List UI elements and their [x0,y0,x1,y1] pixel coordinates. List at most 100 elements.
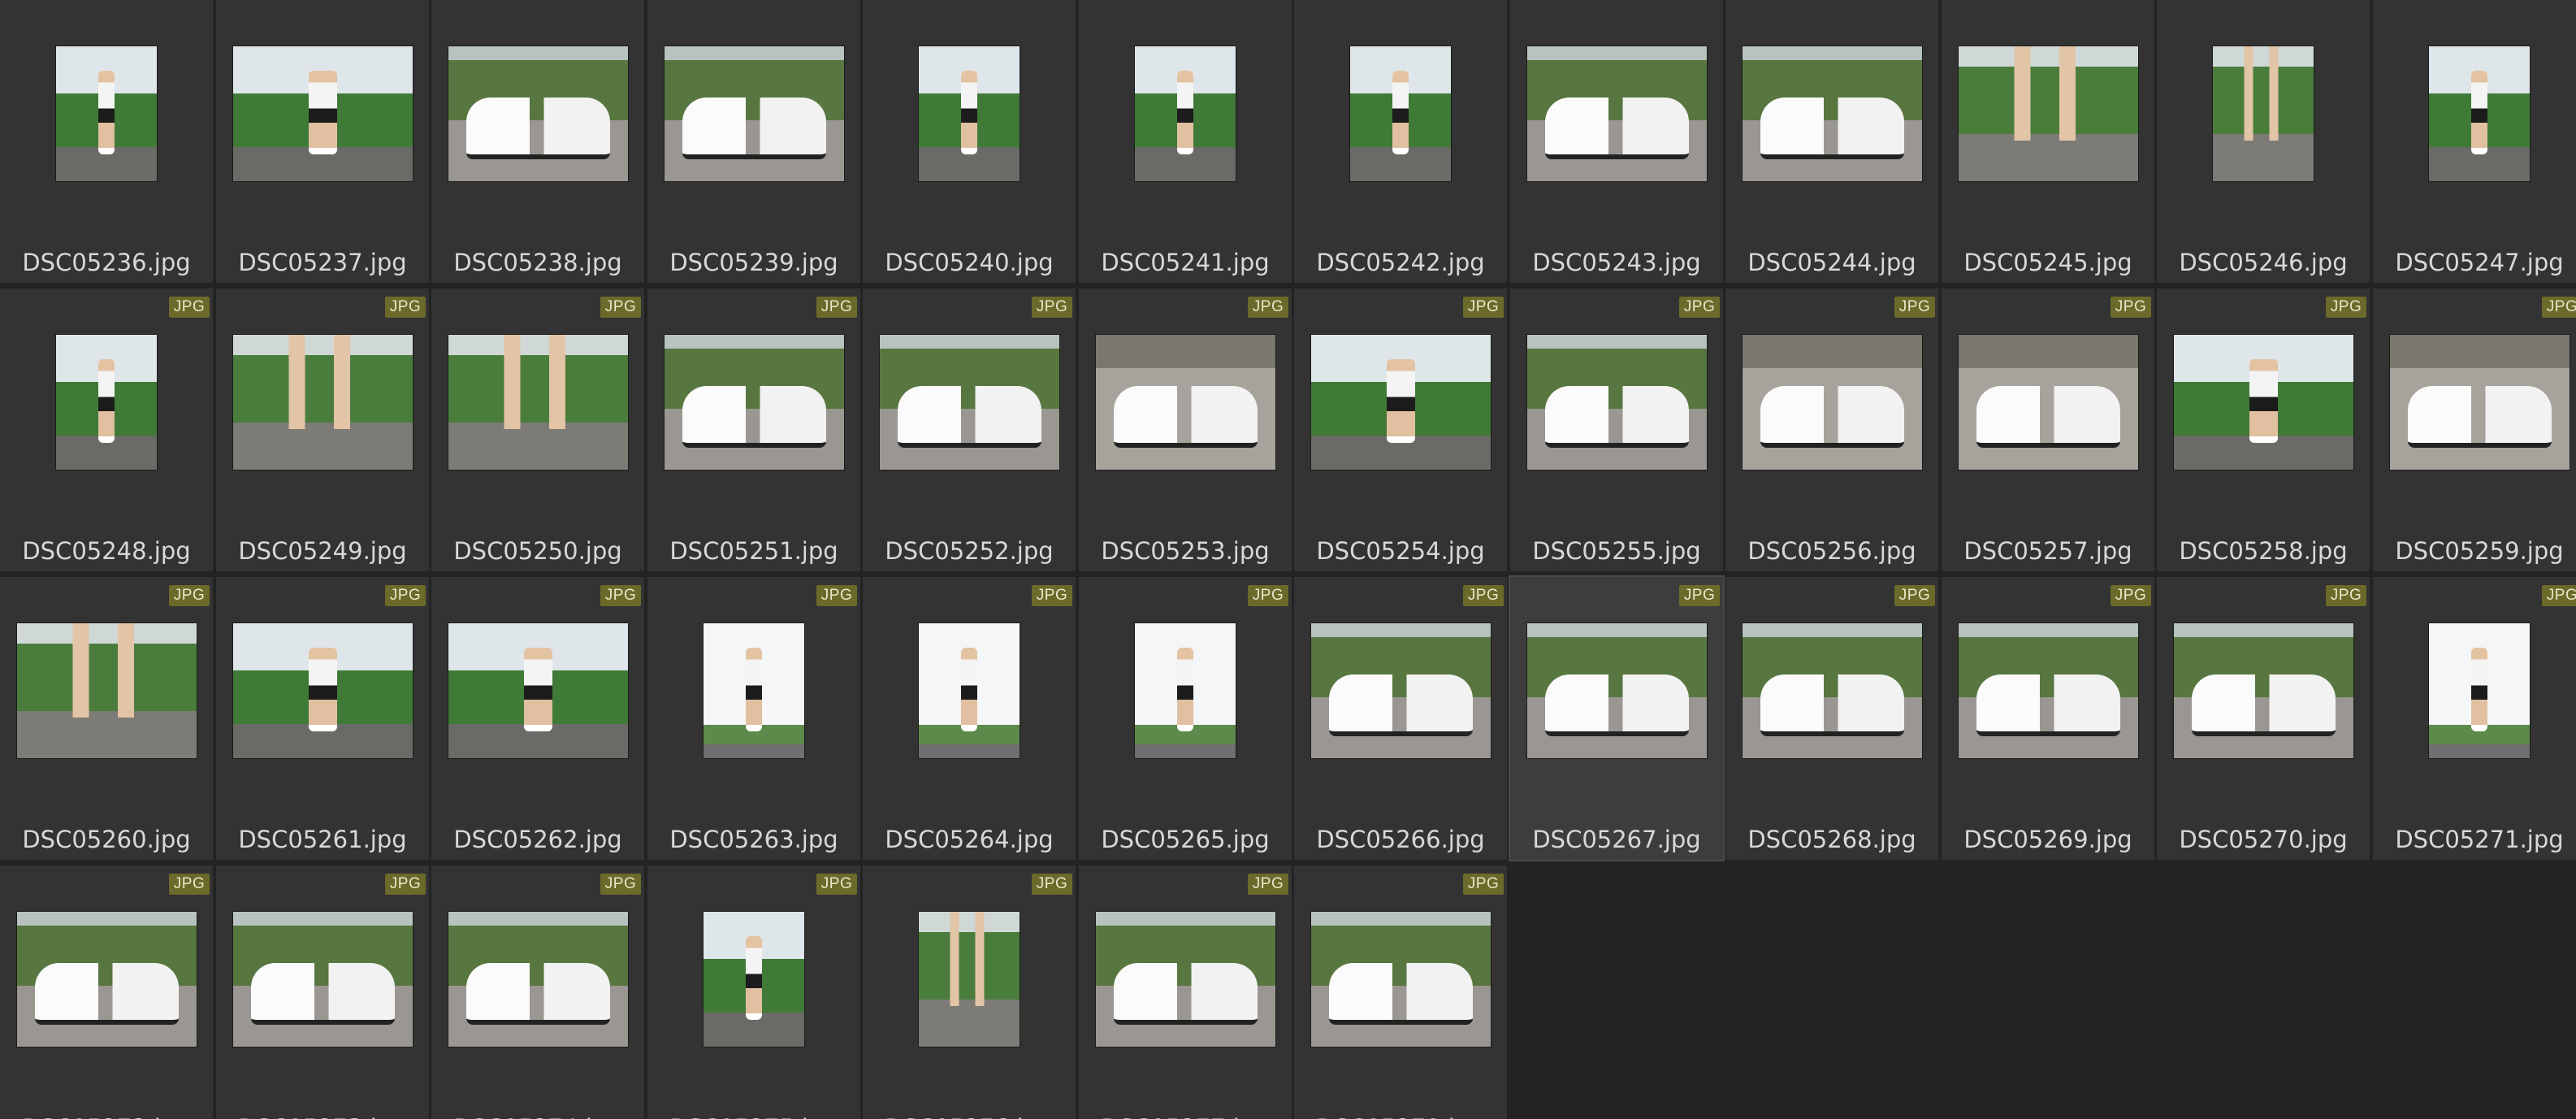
thumbnail-cell[interactable]: JPG DSC05275.jpg [647,865,860,1119]
thumbnail-cell[interactable]: JPG DSC05274.jpg [431,865,644,1119]
thumbnail-image[interactable] [919,623,1020,758]
thumbnail-image[interactable] [1743,623,1922,758]
thumbnail-subject [2192,674,2336,736]
thumbnail-cell[interactable]: JPG DSC05269.jpg [1942,577,2154,860]
thumbnail-cell[interactable]: JPG DSC05253.jpg [1079,288,1292,571]
thumbnail-subject [2471,648,2487,731]
thumbnail-cell[interactable]: JPG DSC05250.jpg [431,288,644,571]
file-name-label: DSC05264.jpg [885,826,1054,853]
thumbnail-image[interactable] [233,46,413,181]
thumbnail-cell[interactable]: DSC05242.jpg [1294,0,1507,283]
thumbnail-cell[interactable]: JPG DSC05278.jpg [1294,865,1507,1119]
thumbnail-cell[interactable]: JPG DSC05267.jpg [1509,575,1725,861]
thumbnail-image[interactable] [1096,912,1275,1047]
thumbnail-image[interactable] [880,335,1059,470]
thumbnail-subject [493,335,583,429]
thumbnail-image[interactable] [1959,335,2138,470]
thumbnail-image[interactable] [665,335,844,470]
thumbnail-cell[interactable]: DSC05245.jpg [1942,0,2154,283]
thumbnail-subject [2471,71,2487,154]
thumbnail-image[interactable] [1527,623,1707,758]
thumbnail-image[interactable] [1743,335,1922,470]
thumbnail-ground [233,423,413,470]
thumbnail-subject [1177,648,1193,731]
thumbnail-cell[interactable]: DSC05241.jpg [1079,0,1292,283]
thumbnail-image[interactable] [1959,623,2138,758]
thumbnail-cell[interactable]: JPG DSC05252.jpg [863,288,1076,571]
thumbnail-cell[interactable]: JPG DSC05256.jpg [1725,288,1938,571]
thumbnail-image[interactable] [448,912,628,1047]
thumbnail-cell[interactable]: JPG DSC05264.jpg [863,577,1076,860]
thumbnail-image[interactable] [448,46,628,181]
thumbnail-image[interactable] [1135,623,1236,758]
thumbnail-image[interactable] [17,623,197,758]
file-type-badge: JPG [1248,585,1288,606]
thumbnail-image[interactable] [919,912,1020,1047]
thumbnail-image[interactable] [704,912,804,1047]
thumbnail-image[interactable] [1135,46,1236,181]
thumbnail-image[interactable] [448,335,628,470]
thumbnail-image[interactable] [2174,623,2353,758]
thumbnail-image[interactable] [1311,335,1491,470]
thumbnail-image[interactable] [233,335,413,470]
thumbnail-cell[interactable]: JPG DSC05265.jpg [1079,577,1292,860]
thumbnail-image[interactable] [2390,335,2570,470]
thumbnail-image[interactable] [1096,335,1275,470]
thumbnail-cell[interactable]: JPG DSC05273.jpg [216,865,429,1119]
thumbnail-cell[interactable]: JPG DSC05254.jpg [1294,288,1507,571]
thumbnail-cell[interactable]: JPG DSC05268.jpg [1725,577,1938,860]
thumbnail-image[interactable] [56,335,157,470]
thumbnail-image[interactable] [2174,335,2353,470]
thumbnail-cell[interactable]: DSC05243.jpg [1510,0,1723,283]
thumbnail-image[interactable] [1527,46,1707,181]
thumbnail-cell[interactable]: JPG DSC05255.jpg [1510,288,1723,571]
file-name-label: DSC05271.jpg [2395,826,2564,853]
thumbnail-image[interactable] [2429,623,2530,758]
thumbnail-image[interactable] [1311,623,1491,758]
thumbnail-cell[interactable]: JPG DSC05249.jpg [216,288,429,571]
thumbnail-image[interactable] [704,623,804,758]
thumbnail-image[interactable] [448,623,628,758]
thumbnail-image[interactable] [1743,46,1922,181]
thumbnail-image-area [863,0,1076,192]
thumbnail-cell[interactable]: DSC05236.jpg [0,0,213,283]
thumbnail-image-area [1294,0,1507,192]
thumbnail-cell[interactable]: JPG DSC05270.jpg [2157,577,2370,860]
thumbnail-cell[interactable]: DSC05244.jpg [1725,0,1938,283]
thumbnail-cell[interactable]: JPG DSC05261.jpg [216,577,429,860]
thumbnail-cell[interactable]: DSC05247.jpg [2373,0,2576,283]
thumbnail-cell[interactable]: JPG DSC05277.jpg [1079,865,1292,1119]
thumbnail-image[interactable] [665,46,844,181]
thumbnail-cell[interactable]: DSC05240.jpg [863,0,1076,283]
thumbnail-cell[interactable]: JPG DSC05271.jpg [2373,577,2576,860]
thumbnail-cell[interactable]: JPG DSC05263.jpg [647,577,860,860]
thumbnail-cell[interactable]: JPG DSC05258.jpg [2157,288,2370,571]
thumbnail-image[interactable] [919,46,1020,181]
thumbnail-cell[interactable]: JPG DSC05251.jpg [647,288,860,571]
thumbnail-image[interactable] [56,46,157,181]
thumbnail-image[interactable] [1350,46,1451,181]
thumbnail-subject [682,386,826,448]
thumbnail-image[interactable] [2429,46,2530,181]
thumbnail-cell[interactable]: JPG DSC05272.jpg [0,865,213,1119]
thumbnail-cell[interactable]: JPG DSC05262.jpg [431,577,644,860]
thumbnail-cell[interactable]: JPG DSC05260.jpg [0,577,213,860]
file-type-badge: JPG [600,297,641,318]
thumbnail-cell[interactable]: JPG DSC05259.jpg [2373,288,2576,571]
thumbnail-cell[interactable]: DSC05237.jpg [216,0,429,283]
thumbnail-cell[interactable]: DSC05239.jpg [647,0,860,283]
thumbnail-image[interactable] [1959,46,2138,181]
thumbnail-image[interactable] [2213,46,2314,181]
thumbnail-image[interactable] [233,912,413,1047]
thumbnail-cell[interactable]: JPG DSC05266.jpg [1294,577,1507,860]
file-name-label: DSC05276.jpg [863,1114,1076,1119]
thumbnail-cell[interactable]: JPG DSC05257.jpg [1942,288,2154,571]
thumbnail-image[interactable] [1311,912,1491,1047]
thumbnail-cell[interactable]: DSC05238.jpg [431,0,644,283]
thumbnail-image[interactable] [17,912,197,1047]
thumbnail-image[interactable] [1527,335,1707,470]
thumbnail-cell[interactable]: DSC05246.jpg [2157,0,2370,283]
thumbnail-cell[interactable]: JPG DSC05248.jpg [0,288,213,571]
thumbnail-image[interactable] [233,623,413,758]
thumbnail-cell[interactable]: JPG DSC05276.jpg [863,865,1076,1119]
